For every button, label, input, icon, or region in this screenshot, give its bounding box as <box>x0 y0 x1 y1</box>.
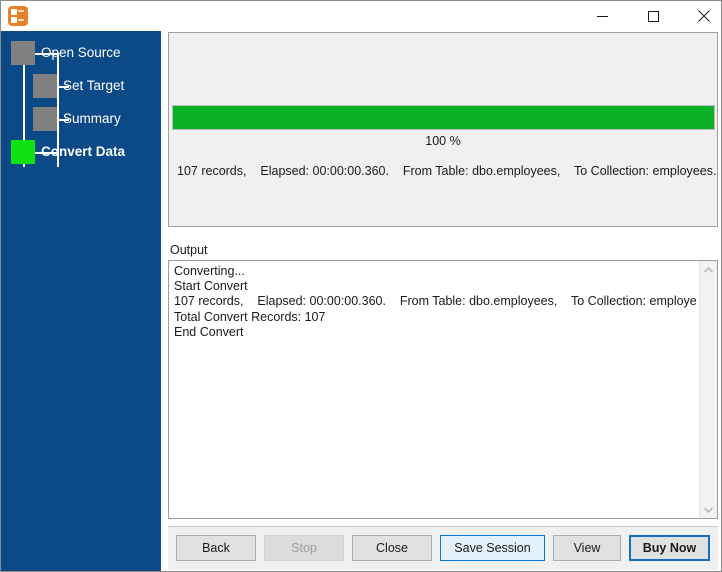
button-bar: Back Stop Close Save Session View Buy No… <box>168 526 718 570</box>
sidebar-item-open-source[interactable]: Open Source <box>41 45 121 61</box>
output-log-box[interactable]: Converting... Start Convert 107 records,… <box>168 260 718 519</box>
close-dialog-button[interactable]: Close <box>352 535 432 561</box>
output-label: Output <box>170 243 208 257</box>
sidebar-node-convert-data[interactable] <box>11 140 35 164</box>
progress-bar <box>172 105 715 130</box>
minimize-icon <box>597 11 608 22</box>
app-icon <box>8 6 28 26</box>
sidebar-item-set-target[interactable]: Set Target <box>63 78 124 94</box>
stop-button: Stop <box>264 535 344 561</box>
sidebar-node-open-source[interactable] <box>11 41 35 65</box>
title-bar <box>1 1 721 31</box>
wizard-sidebar: Open Source Set Target Summary Convert D… <box>1 31 161 571</box>
sidebar-node-set-target[interactable] <box>33 74 57 98</box>
sidebar-node-summary[interactable] <box>33 107 57 131</box>
sidebar-item-summary[interactable]: Summary <box>63 111 121 127</box>
sidebar-item-convert-data[interactable]: Convert Data <box>41 144 125 160</box>
maximize-icon <box>648 11 659 22</box>
close-icon <box>698 10 710 22</box>
conversion-status-line: 107 records, Elapsed: 00:00:00.360. From… <box>177 164 716 178</box>
back-button[interactable]: Back <box>176 535 256 561</box>
output-log-text: Converting... Start Convert 107 records,… <box>174 264 697 340</box>
maximize-button[interactable] <box>630 1 676 31</box>
view-button[interactable]: View <box>553 535 621 561</box>
scroll-down-icon[interactable] <box>700 501 717 518</box>
progress-bar-fill <box>173 106 714 129</box>
application-window: Open Source Set Target Summary Convert D… <box>0 0 722 572</box>
content-area: 100 % 107 records, Elapsed: 00:00:00.360… <box>166 31 721 571</box>
progress-percent-label: 100 % <box>169 134 717 148</box>
save-session-button[interactable]: Save Session <box>440 535 545 561</box>
scroll-up-icon[interactable] <box>700 261 717 278</box>
minimize-button[interactable] <box>579 1 625 31</box>
output-scrollbar[interactable] <box>699 261 717 518</box>
buy-now-button[interactable]: Buy Now <box>629 535 710 561</box>
progress-panel: 100 % 107 records, Elapsed: 00:00:00.360… <box>168 32 718 227</box>
close-button[interactable] <box>681 1 722 31</box>
